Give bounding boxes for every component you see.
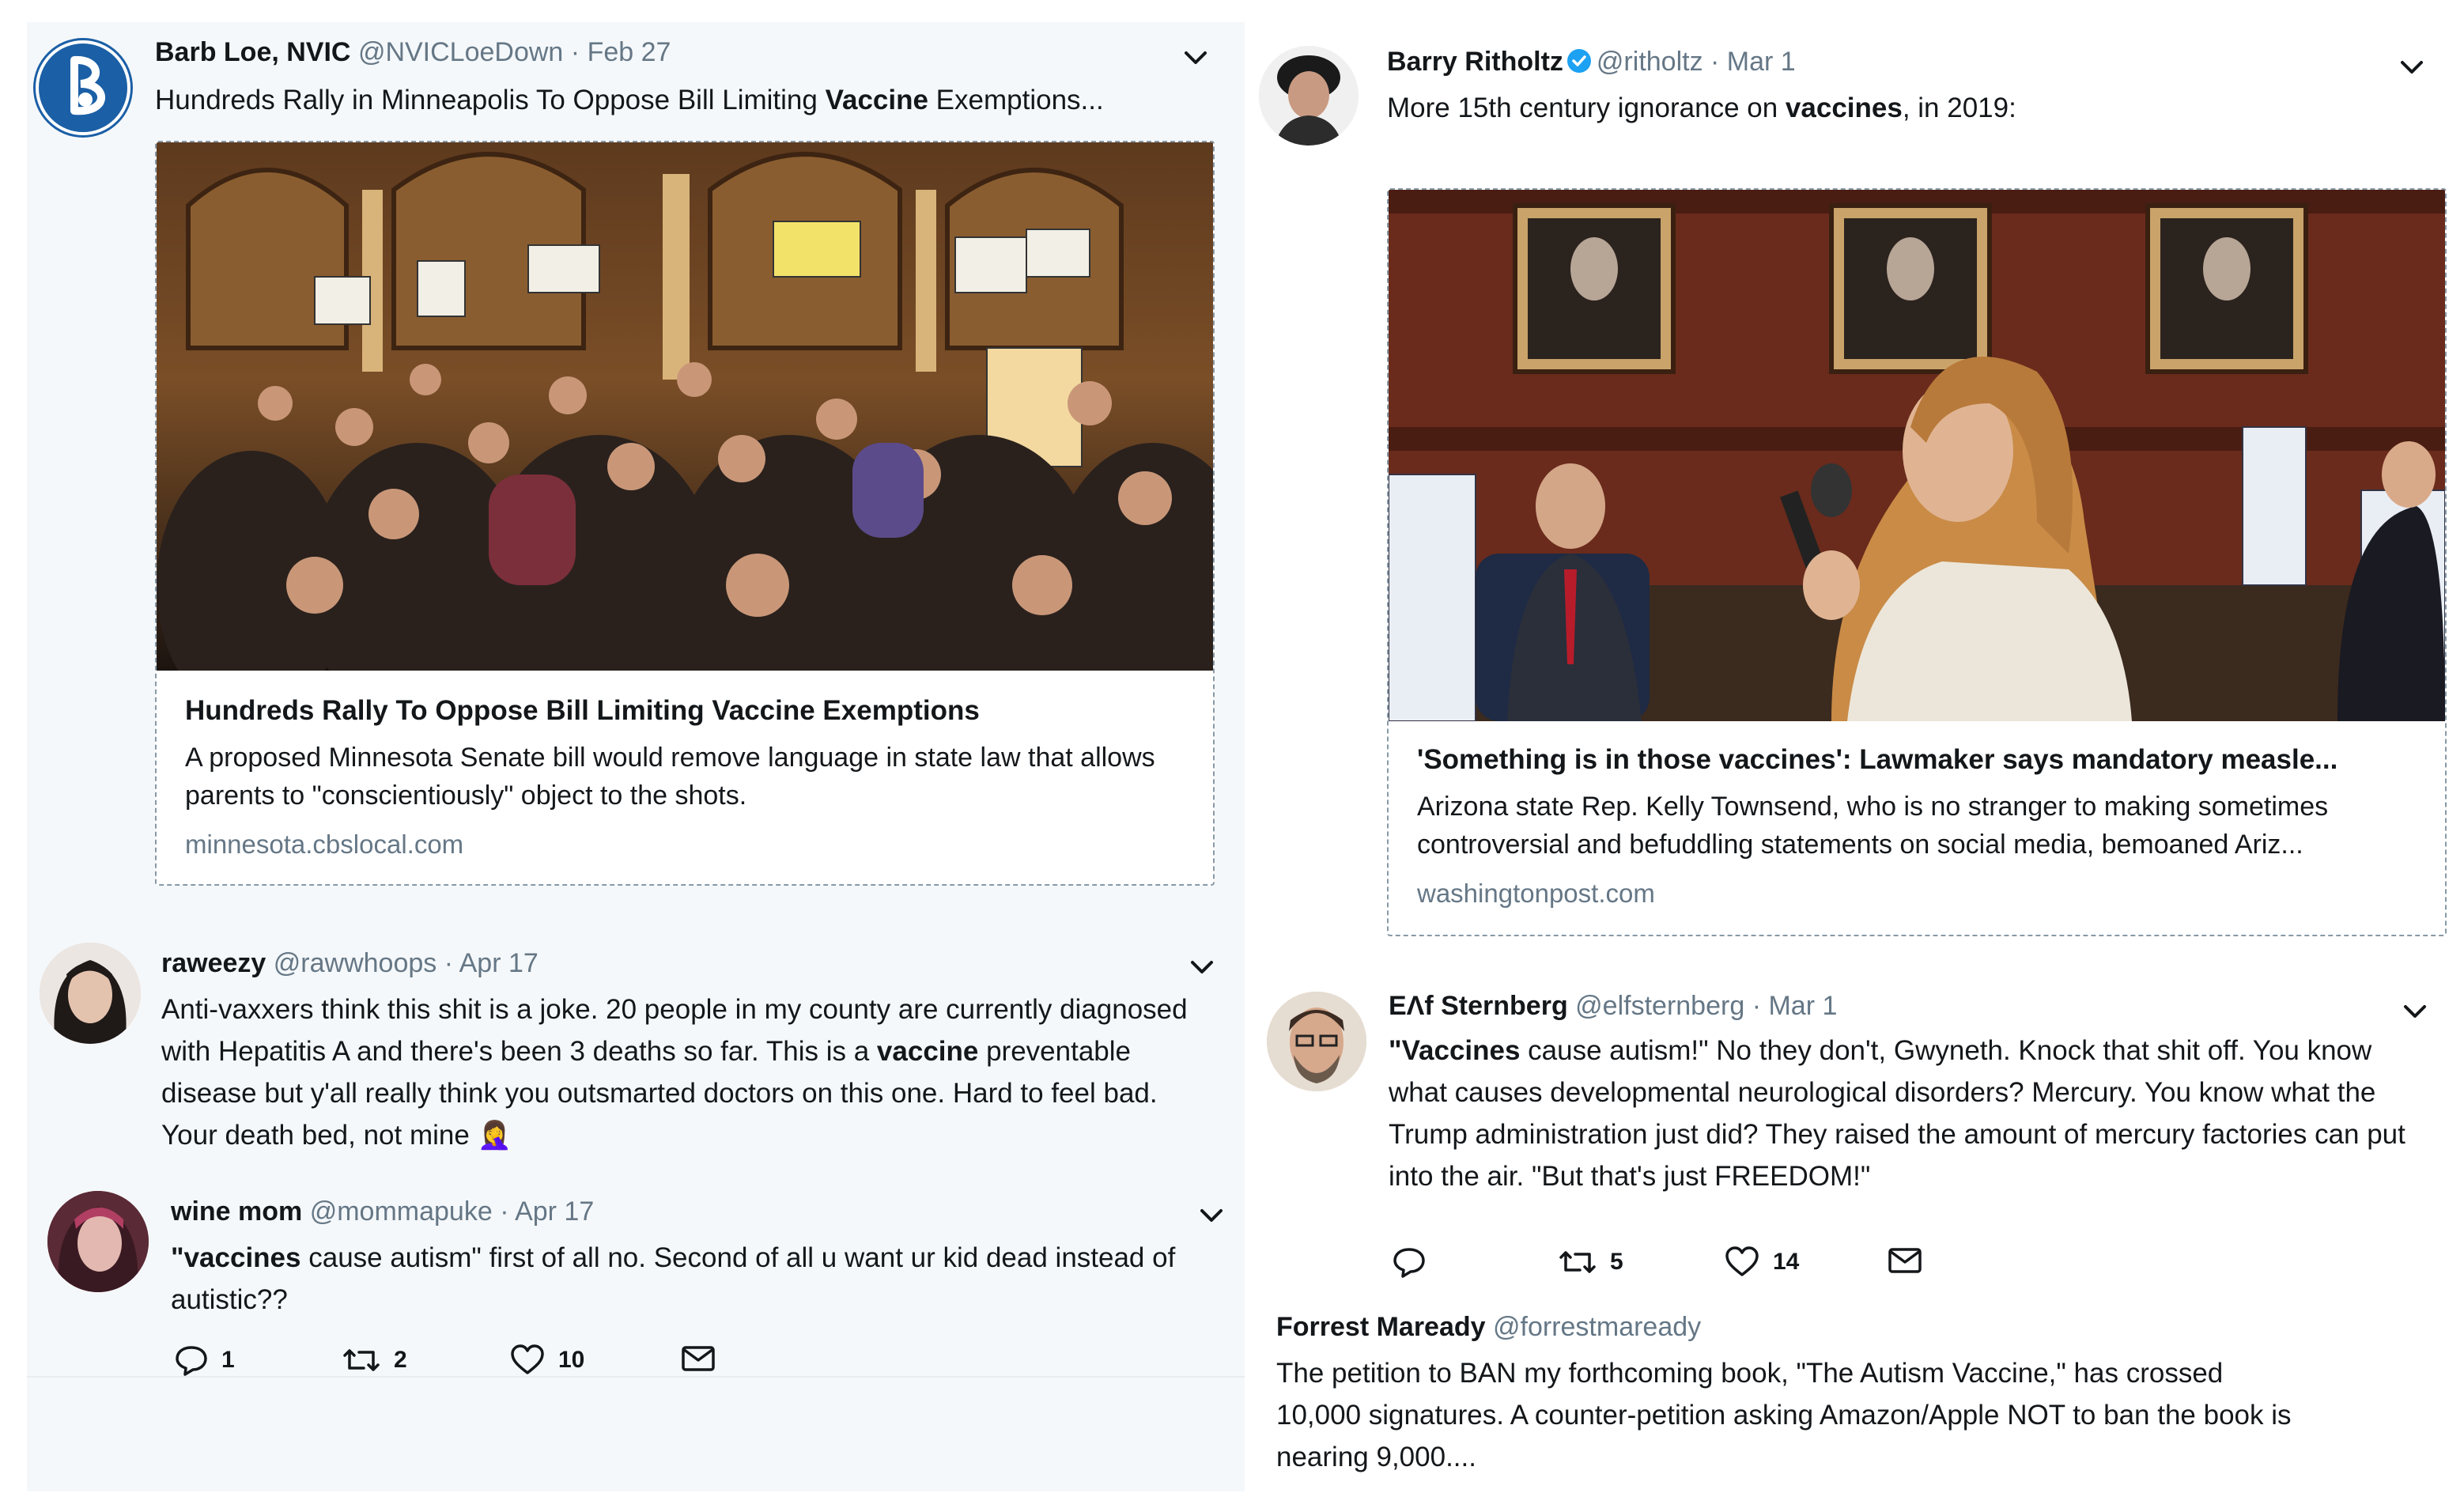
tweet-header: Barry Ritholtz @ritholtz · Mar 1 xyxy=(1387,46,1796,77)
tweet-header: Forrest Maready @forrestmaready xyxy=(1276,1311,1701,1343)
author-handle[interactable]: @NVICLoeDown xyxy=(358,37,563,67)
author-handle[interactable]: @mommapuke xyxy=(310,1196,493,1227)
tweet-barb-loe[interactable]: Barb Loe, NVIC @NVICLoeDown · Feb 27 Hun… xyxy=(27,22,1245,892)
like-icon xyxy=(511,1344,544,1374)
user-photo xyxy=(47,1191,149,1292)
author-handle[interactable]: @forrestmaready xyxy=(1493,1312,1701,1342)
card-domain: washingtonpost.com xyxy=(1417,879,1655,908)
avatar[interactable] xyxy=(33,38,133,138)
retweet-icon xyxy=(1559,1251,1596,1273)
right-timeline-panel: Barry Ritholtz @ritholtz · Mar 1 More 15t… xyxy=(1245,22,2447,1491)
author-name[interactable]: raweezy xyxy=(161,948,266,978)
reply-count: 1 xyxy=(221,1347,235,1373)
author-name[interactable]: Barb Loe, NVIC xyxy=(155,37,350,67)
link-card[interactable]: 'Something is in those vaccines': Lawmak… xyxy=(1387,188,2447,936)
retweet-button[interactable]: 5 xyxy=(1558,1245,1623,1280)
like-count: 14 xyxy=(1773,1249,1800,1275)
author-handle[interactable]: @elfsternberg xyxy=(1575,991,1744,1021)
rally-crowd-photo xyxy=(157,142,1213,671)
link-card[interactable]: Hundreds Rally To Oppose Bill Limiting V… xyxy=(155,141,1215,886)
tweet-date[interactable]: · Mar 1 xyxy=(1752,991,1838,1021)
card-description: Arizona state Rep. Kelly Townsend, who i… xyxy=(1417,792,2329,860)
card-domain: minnesota.cbslocal.com xyxy=(185,830,464,859)
author-name[interactable]: EΛf Sternberg xyxy=(1389,991,1568,1021)
avatar[interactable] xyxy=(1267,992,1366,1091)
verified-badge-icon xyxy=(1566,49,1591,73)
direct-message-button[interactable] xyxy=(680,1343,716,1374)
message-icon xyxy=(1888,1248,1922,1273)
retweet-icon xyxy=(343,1349,380,1371)
author-handle[interactable]: @ritholtz xyxy=(1597,47,1703,77)
chevron-down-icon[interactable] xyxy=(2396,55,2428,79)
like-button[interactable]: 14 xyxy=(1724,1245,1799,1280)
retweet-button[interactable]: 2 xyxy=(342,1343,407,1378)
chevron-down-icon[interactable] xyxy=(1186,955,1218,979)
card-description: A proposed Minnesota Senate bill would r… xyxy=(185,743,1155,811)
nvic-logo-icon xyxy=(36,40,130,135)
message-icon xyxy=(682,1346,715,1371)
card-title: 'Something is in those vaccines': Lawmak… xyxy=(1417,744,2338,775)
avatar[interactable] xyxy=(47,1191,149,1292)
author-name[interactable]: Forrest Maready xyxy=(1276,1312,1486,1342)
tweet-text: Hundreds Rally in Minneapolis To Oppose … xyxy=(155,85,1104,115)
user-photo xyxy=(40,943,141,1044)
retweet-count: 5 xyxy=(1610,1249,1623,1275)
tweet-date[interactable]: · Mar 1 xyxy=(1710,47,1796,77)
tweet-text: The petition to BAN my forthcoming book,… xyxy=(1276,1358,2292,1472)
chevron-down-icon[interactable] xyxy=(1196,1204,1227,1227)
reply-button[interactable]: 1 xyxy=(174,1343,235,1378)
chevron-down-icon[interactable] xyxy=(2399,1000,2431,1023)
user-photo xyxy=(1259,46,1359,146)
tweet-barry-ritholtz[interactable]: Barry Ritholtz @ritholtz · Mar 1 More 15t… xyxy=(1245,22,2447,939)
tweet-header: Barb Loe, NVIC @NVICLoeDown · Feb 27 xyxy=(155,36,671,68)
tweet-date[interactable]: · Feb 27 xyxy=(571,37,671,67)
reply-icon xyxy=(176,1346,207,1376)
tweet-text: More 15th century ignorance on vaccines,… xyxy=(1387,93,2016,123)
reply-button[interactable] xyxy=(1392,1245,1427,1280)
tweet-date[interactable]: · Apr 17 xyxy=(500,1196,594,1227)
tweet-forrest-maready[interactable]: Forrest Maready @forrestmaready The peti… xyxy=(1245,1303,2447,1485)
tweet-raweezy[interactable]: raweezy @rawwhoops · Apr 17 Anti-vaxxers… xyxy=(27,916,1245,1151)
like-count: 10 xyxy=(558,1347,585,1373)
author-name[interactable]: Barry Ritholtz xyxy=(1387,47,1563,77)
tweet-text: "vaccines cause autism" first of all no.… xyxy=(171,1242,1176,1315)
like-button[interactable]: 10 xyxy=(509,1343,584,1378)
direct-message-button[interactable] xyxy=(1887,1245,1923,1276)
like-icon xyxy=(1725,1246,1759,1276)
user-photo xyxy=(1267,992,1366,1091)
tweet-text: "Vaccines cause autism!" No they don't, … xyxy=(1389,1035,2405,1192)
card-title: Hundreds Rally To Oppose Bill Limiting V… xyxy=(185,695,980,726)
tweet-elf-sternberg[interactable]: EΛf Sternberg @elfsternberg · Mar 1 "Vac… xyxy=(1245,971,2447,1303)
retweet-count: 2 xyxy=(394,1347,407,1373)
lawmaker-speaking-photo xyxy=(1389,190,2445,721)
left-timeline-panel: Barb Loe, NVIC @NVICLoeDown · Feb 27 Hun… xyxy=(27,22,1245,1491)
tweet-date[interactable]: · Apr 17 xyxy=(444,948,539,978)
reply-icon xyxy=(1393,1248,1425,1278)
tweet-header: raweezy @rawwhoops · Apr 17 xyxy=(161,947,539,979)
tweet-header: wine mom @mommapuke · Apr 17 xyxy=(171,1196,594,1227)
tweet-wine-mom[interactable]: wine mom @mommapuke · Apr 17 "vaccines c… xyxy=(27,1161,1245,1398)
avatar[interactable] xyxy=(1259,46,1359,146)
author-handle[interactable]: @rawwhoops xyxy=(274,948,437,978)
tweet-actions: 5 14 xyxy=(1392,1245,1945,1284)
tweet-text: Anti-vaxxers think this shit is a joke. … xyxy=(161,994,1188,1151)
divider xyxy=(27,1376,1245,1378)
tweet-header: EΛf Sternberg @elfsternberg · Mar 1 xyxy=(1389,990,1837,1022)
avatar[interactable] xyxy=(40,943,141,1044)
chevron-down-icon[interactable] xyxy=(1180,46,1211,70)
author-name[interactable]: wine mom xyxy=(171,1196,302,1227)
